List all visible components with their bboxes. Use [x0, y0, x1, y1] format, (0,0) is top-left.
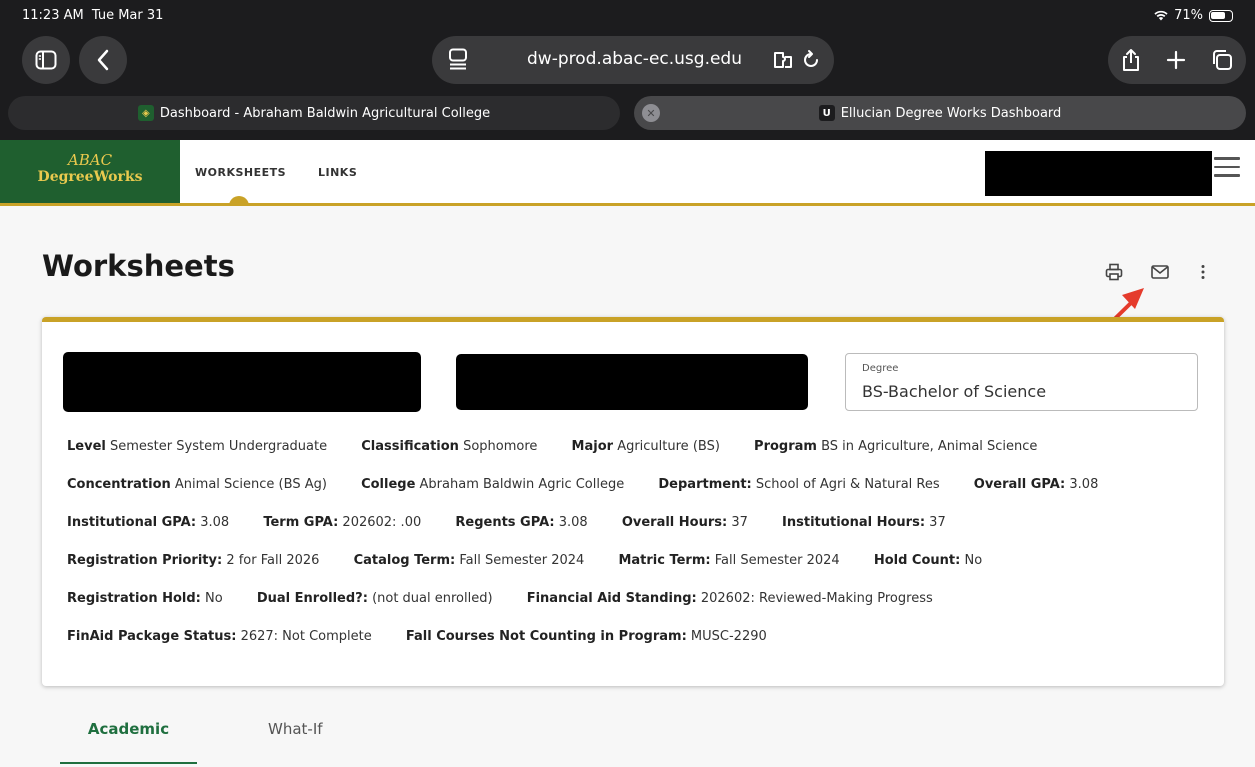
- status-clock: 11:23 AM Tue Mar 31: [22, 8, 163, 23]
- web-page: ABAC DegreeWorks WORKSHEETS LINKS Worksh…: [0, 140, 1255, 767]
- info-row: Concentration Animal Science (BS Ag) Col…: [67, 477, 1128, 492]
- browser-toolbar: dw-prod.abac-ec.usg.edu: [0, 36, 1255, 86]
- info-financial-aid-standing: Financial Aid Standing: 202602: Reviewed…: [526, 591, 933, 606]
- info-matric-term: Matric Term: Fall Semester 2024: [618, 553, 840, 568]
- logo-line-2: DegreeWorks: [37, 169, 143, 185]
- info-concentration: Concentration Animal Science (BS Ag): [67, 477, 327, 492]
- ellucian-favicon: U: [818, 105, 835, 121]
- tab-what-if[interactable]: What-If: [268, 720, 323, 738]
- page-title: Worksheets: [42, 249, 235, 283]
- back-button[interactable]: [79, 36, 127, 84]
- info-overall-gpa: Overall GPA: 3.08: [973, 477, 1099, 492]
- nav-worksheets[interactable]: WORKSHEETS: [195, 166, 286, 179]
- info-row: Registration Priority: 2 for Fall 2026 C…: [67, 553, 1012, 568]
- info-row: Level Semester System Undergraduate Clas…: [67, 439, 1067, 454]
- info-institutional-hours: Institutional Hours: 37: [782, 515, 946, 530]
- info-hold-count: Hold Count: No: [873, 553, 983, 568]
- info-department: Department: School of Agri & Natural Res: [658, 477, 940, 492]
- status-date: Tue Mar 31: [91, 8, 164, 23]
- info-finaid-package-status: FinAid Package Status: 2627: Not Complet…: [67, 629, 372, 644]
- browser-tab-dashboard[interactable]: ◈ Dashboard - Abraham Baldwin Agricultur…: [8, 96, 620, 130]
- nav-active-indicator: [229, 196, 249, 206]
- abac-degreeworks-logo[interactable]: ABAC DegreeWorks: [0, 140, 180, 203]
- battery-icon: [1209, 9, 1233, 22]
- info-row: FinAid Package Status: 2627: Not Complet…: [67, 629, 797, 644]
- hamburger-menu-icon[interactable]: [1214, 157, 1240, 179]
- degree-value: BS-Bachelor of Science: [862, 382, 1047, 401]
- info-college: College Abraham Baldwin Agric College: [361, 477, 625, 492]
- wifi-icon: [1154, 10, 1168, 21]
- info-registration-priority: Registration Priority: 2 for Fall 2026: [67, 553, 320, 568]
- info-regents-gpa: Regents GPA: 3.08: [455, 515, 588, 530]
- info-fall-courses-not-counting: Fall Courses Not Counting in Program: MU…: [405, 629, 767, 644]
- info-classification: Classification Sophomore: [361, 439, 538, 454]
- redacted-student-id: [456, 354, 808, 410]
- chevron-left-icon: [97, 49, 109, 71]
- info-dual-enrolled: Dual Enrolled?: (not dual enrolled): [256, 591, 493, 606]
- info-overall-hours: Overall Hours: 37: [621, 515, 748, 530]
- redacted-user-info: [985, 151, 1212, 196]
- tab-overview-icon[interactable]: [1211, 49, 1233, 71]
- status-time: 11:23 AM: [22, 8, 84, 23]
- status-indicators: 71%: [1154, 8, 1233, 23]
- redacted-student-name: [63, 352, 421, 412]
- browser-tab-degree-works[interactable]: ✕ U Ellucian Degree Works Dashboard: [634, 96, 1246, 130]
- close-tab-icon[interactable]: ✕: [642, 104, 660, 122]
- nav-links[interactable]: LINKS: [318, 166, 357, 179]
- app-header: ABAC DegreeWorks WORKSHEETS LINKS: [0, 140, 1255, 206]
- toolbar-actions: [1108, 36, 1246, 84]
- page-menu-icon: [449, 48, 467, 70]
- more-options-icon[interactable]: [1192, 261, 1214, 283]
- degree-label: Degree: [862, 363, 899, 374]
- new-tab-icon[interactable]: [1166, 50, 1186, 70]
- tab-academic[interactable]: Academic: [60, 720, 197, 764]
- share-icon[interactable]: [1121, 48, 1141, 72]
- info-term-gpa: Term GPA: 202602: .00: [263, 515, 422, 530]
- student-info-card: Degree BS-Bachelor of Science Level Seme…: [42, 317, 1224, 686]
- info-level: Level Semester System Undergraduate: [67, 439, 328, 454]
- reload-icon[interactable]: [800, 49, 822, 71]
- info-institutional-gpa: Institutional GPA: 3.08: [67, 515, 230, 530]
- browser-tab-strip: ◈ Dashboard - Abraham Baldwin Agricultur…: [0, 93, 1255, 133]
- browser-tab-label: Ellucian Degree Works Dashboard: [840, 105, 1062, 121]
- info-catalog-term: Catalog Term: Fall Semester 2024: [353, 553, 585, 568]
- info-row: Institutional GPA: 3.08 Term GPA: 202602…: [67, 515, 976, 530]
- degree-select[interactable]: Degree BS-Bachelor of Science: [845, 353, 1198, 411]
- info-major: Major Agriculture (BS): [571, 439, 720, 454]
- status-bar: 11:23 AM Tue Mar 31 71%: [0, 0, 1255, 28]
- abac-shield-icon: ◈: [137, 105, 154, 121]
- info-program: Program BS in Agriculture, Animal Scienc…: [754, 439, 1038, 454]
- url-text: dw-prod.abac-ec.usg.edu: [527, 49, 742, 69]
- address-bar[interactable]: dw-prod.abac-ec.usg.edu: [432, 36, 834, 84]
- extension-icon[interactable]: [772, 49, 794, 71]
- sidebar-toggle-button[interactable]: [22, 36, 70, 84]
- logo-line-1: ABAC: [67, 151, 113, 169]
- battery-percent: 71%: [1174, 8, 1203, 23]
- info-row: Registration Hold: No Dual Enrolled?: (n…: [67, 591, 963, 606]
- browser-tab-label: Dashboard - Abraham Baldwin Agricultural…: [159, 105, 491, 121]
- info-registration-hold: Registration Hold: No: [67, 591, 223, 606]
- sidebar-icon: [35, 50, 57, 70]
